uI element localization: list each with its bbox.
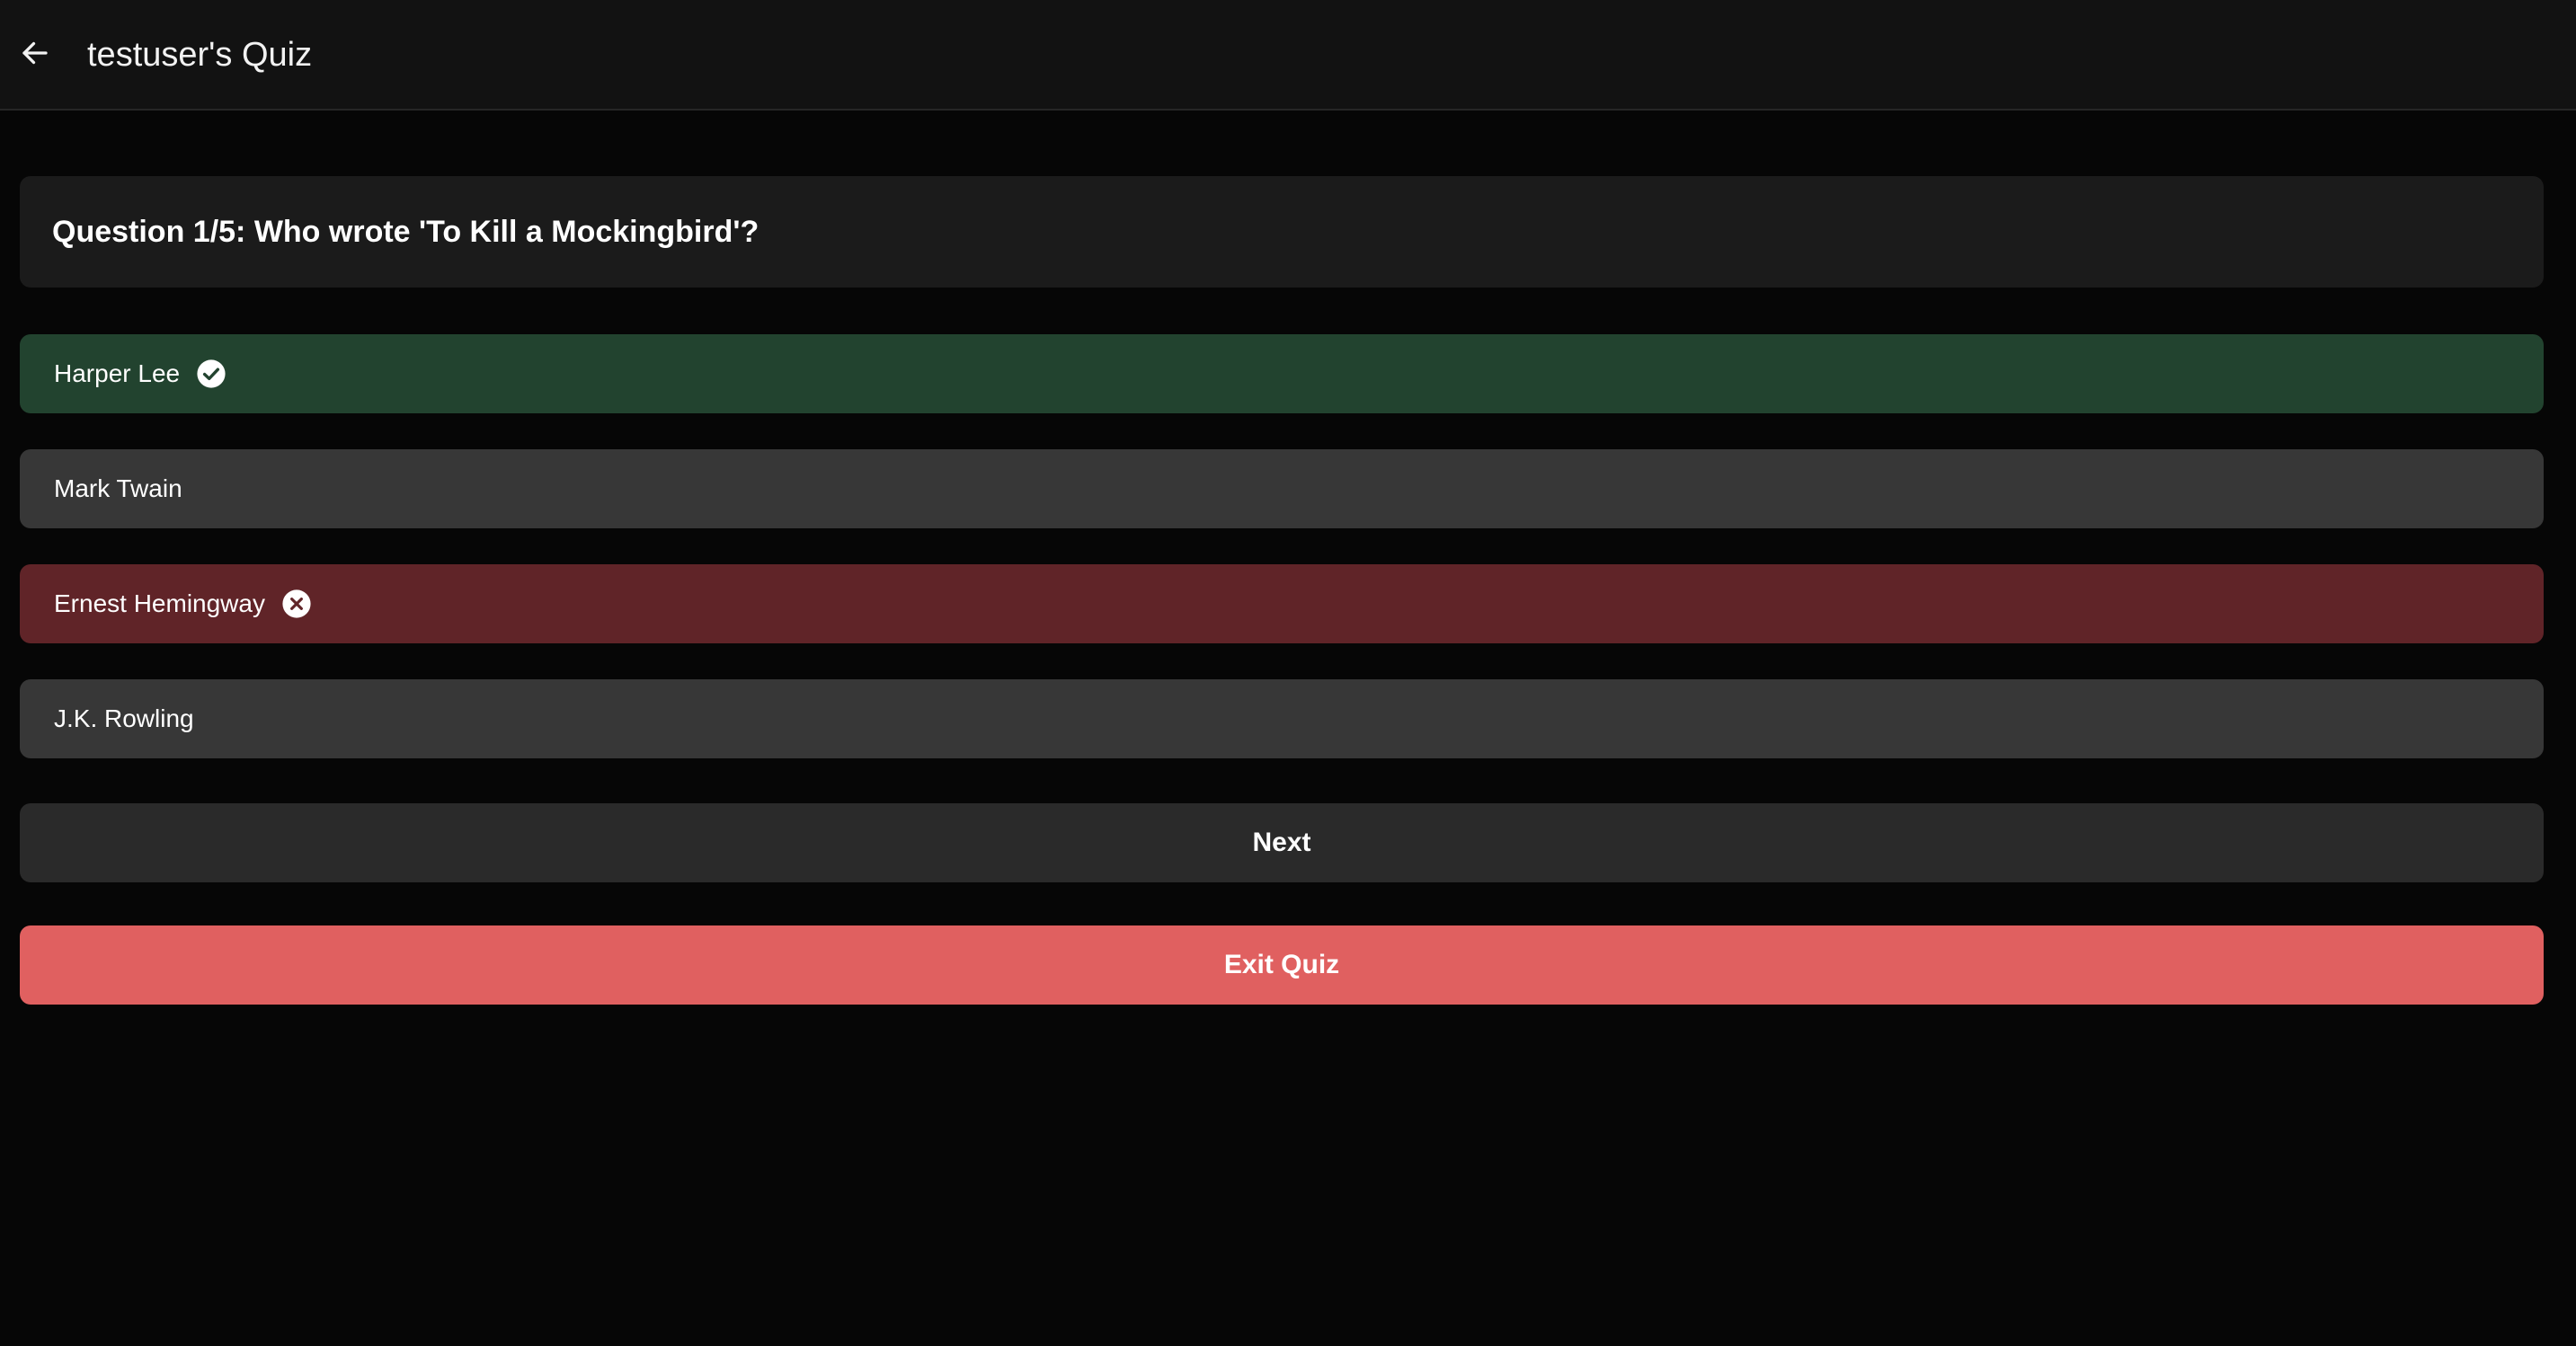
answer-option-label: Ernest Hemingway bbox=[54, 589, 265, 617]
next-button[interactable]: Next bbox=[20, 803, 2544, 882]
answer-option-ernest-hemingway[interactable]: Ernest Hemingway bbox=[20, 564, 2544, 643]
arrow-left-icon bbox=[22, 41, 48, 65]
question-card: Question 1/5: Who wrote 'To Kill a Mocki… bbox=[20, 176, 2544, 288]
page-title: testuser's Quiz bbox=[87, 36, 313, 74]
answer-option-jk-rowling[interactable]: J.K. Rowling bbox=[20, 679, 2544, 758]
answer-option-label: Harper Lee bbox=[54, 359, 181, 387]
back-button[interactable] bbox=[16, 34, 54, 72]
exit-quiz-button[interactable]: Exit Quiz bbox=[20, 925, 2544, 1005]
answer-option-label: J.K. Rowling bbox=[54, 704, 194, 732]
question-text: Question 1/5: Who wrote 'To Kill a Mocki… bbox=[52, 214, 759, 249]
check-circle-icon bbox=[196, 359, 227, 389]
app-header: testuser's Quiz bbox=[0, 0, 2576, 111]
answer-option-mark-twain[interactable]: Mark Twain bbox=[20, 449, 2544, 528]
answer-option-label: Mark Twain bbox=[54, 474, 182, 502]
x-circle-icon bbox=[281, 589, 312, 619]
answer-option-harper-lee[interactable]: Harper Lee bbox=[20, 334, 2544, 413]
